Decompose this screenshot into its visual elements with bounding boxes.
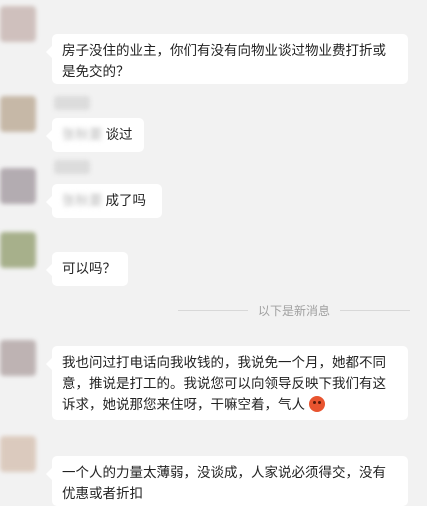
message-text: 房子没住的业主，你们有没有向物业谈过物业费打折或是免交的？ [62, 43, 386, 80]
sender-name [54, 160, 90, 174]
message-bubble[interactable]: 一个人的力量太薄弱，没谈成，人家说必须得交，没有优惠或者折扣 [46, 456, 408, 506]
message-bubble[interactable]: 房子没住的业主，你们有没有向物业谈过物业费打折或是免交的？ [46, 34, 408, 84]
angry-face-icon [309, 396, 326, 412]
divider-line [178, 309, 248, 311]
divider-label: 以下是新消息 [258, 303, 331, 318]
avatar[interactable] [0, 436, 36, 472]
avatar[interactable] [0, 232, 36, 268]
avatar[interactable] [0, 168, 36, 204]
message-bubble[interactable]: 我也问过打电话向我收钱的，我说免一个月，她都不同意，推说是打工的。我说您可以向领… [46, 346, 408, 420]
message-text: 可以吗？ [62, 261, 116, 277]
avatar[interactable] [0, 96, 36, 132]
avatar[interactable] [0, 340, 36, 376]
divider-line [340, 309, 411, 311]
sender-name [54, 96, 90, 110]
new-messages-divider: 以下是新消息 [178, 302, 411, 318]
message-text: 谈过 [105, 127, 133, 143]
message-bubble[interactable]: 张秋菱 谈过 [46, 118, 144, 152]
message-bubble[interactable]: 可以吗？ [46, 252, 128, 286]
blurred-mention: 张秋菱 [62, 127, 103, 143]
message-text: 一个人的力量太薄弱，没谈成，人家说必须得交，没有优惠或者折扣 [62, 465, 386, 502]
message-text: 我也问过打电话向我收钱的，我说免一个月，她都不同意，推说是打工的。我说您可以向领… [62, 355, 386, 413]
message-bubble[interactable]: 张秋菱 成了吗 [46, 184, 162, 218]
message-text: 成了吗 [105, 193, 147, 209]
blurred-mention: 张秋菱 [62, 193, 103, 209]
avatar[interactable] [0, 6, 36, 42]
